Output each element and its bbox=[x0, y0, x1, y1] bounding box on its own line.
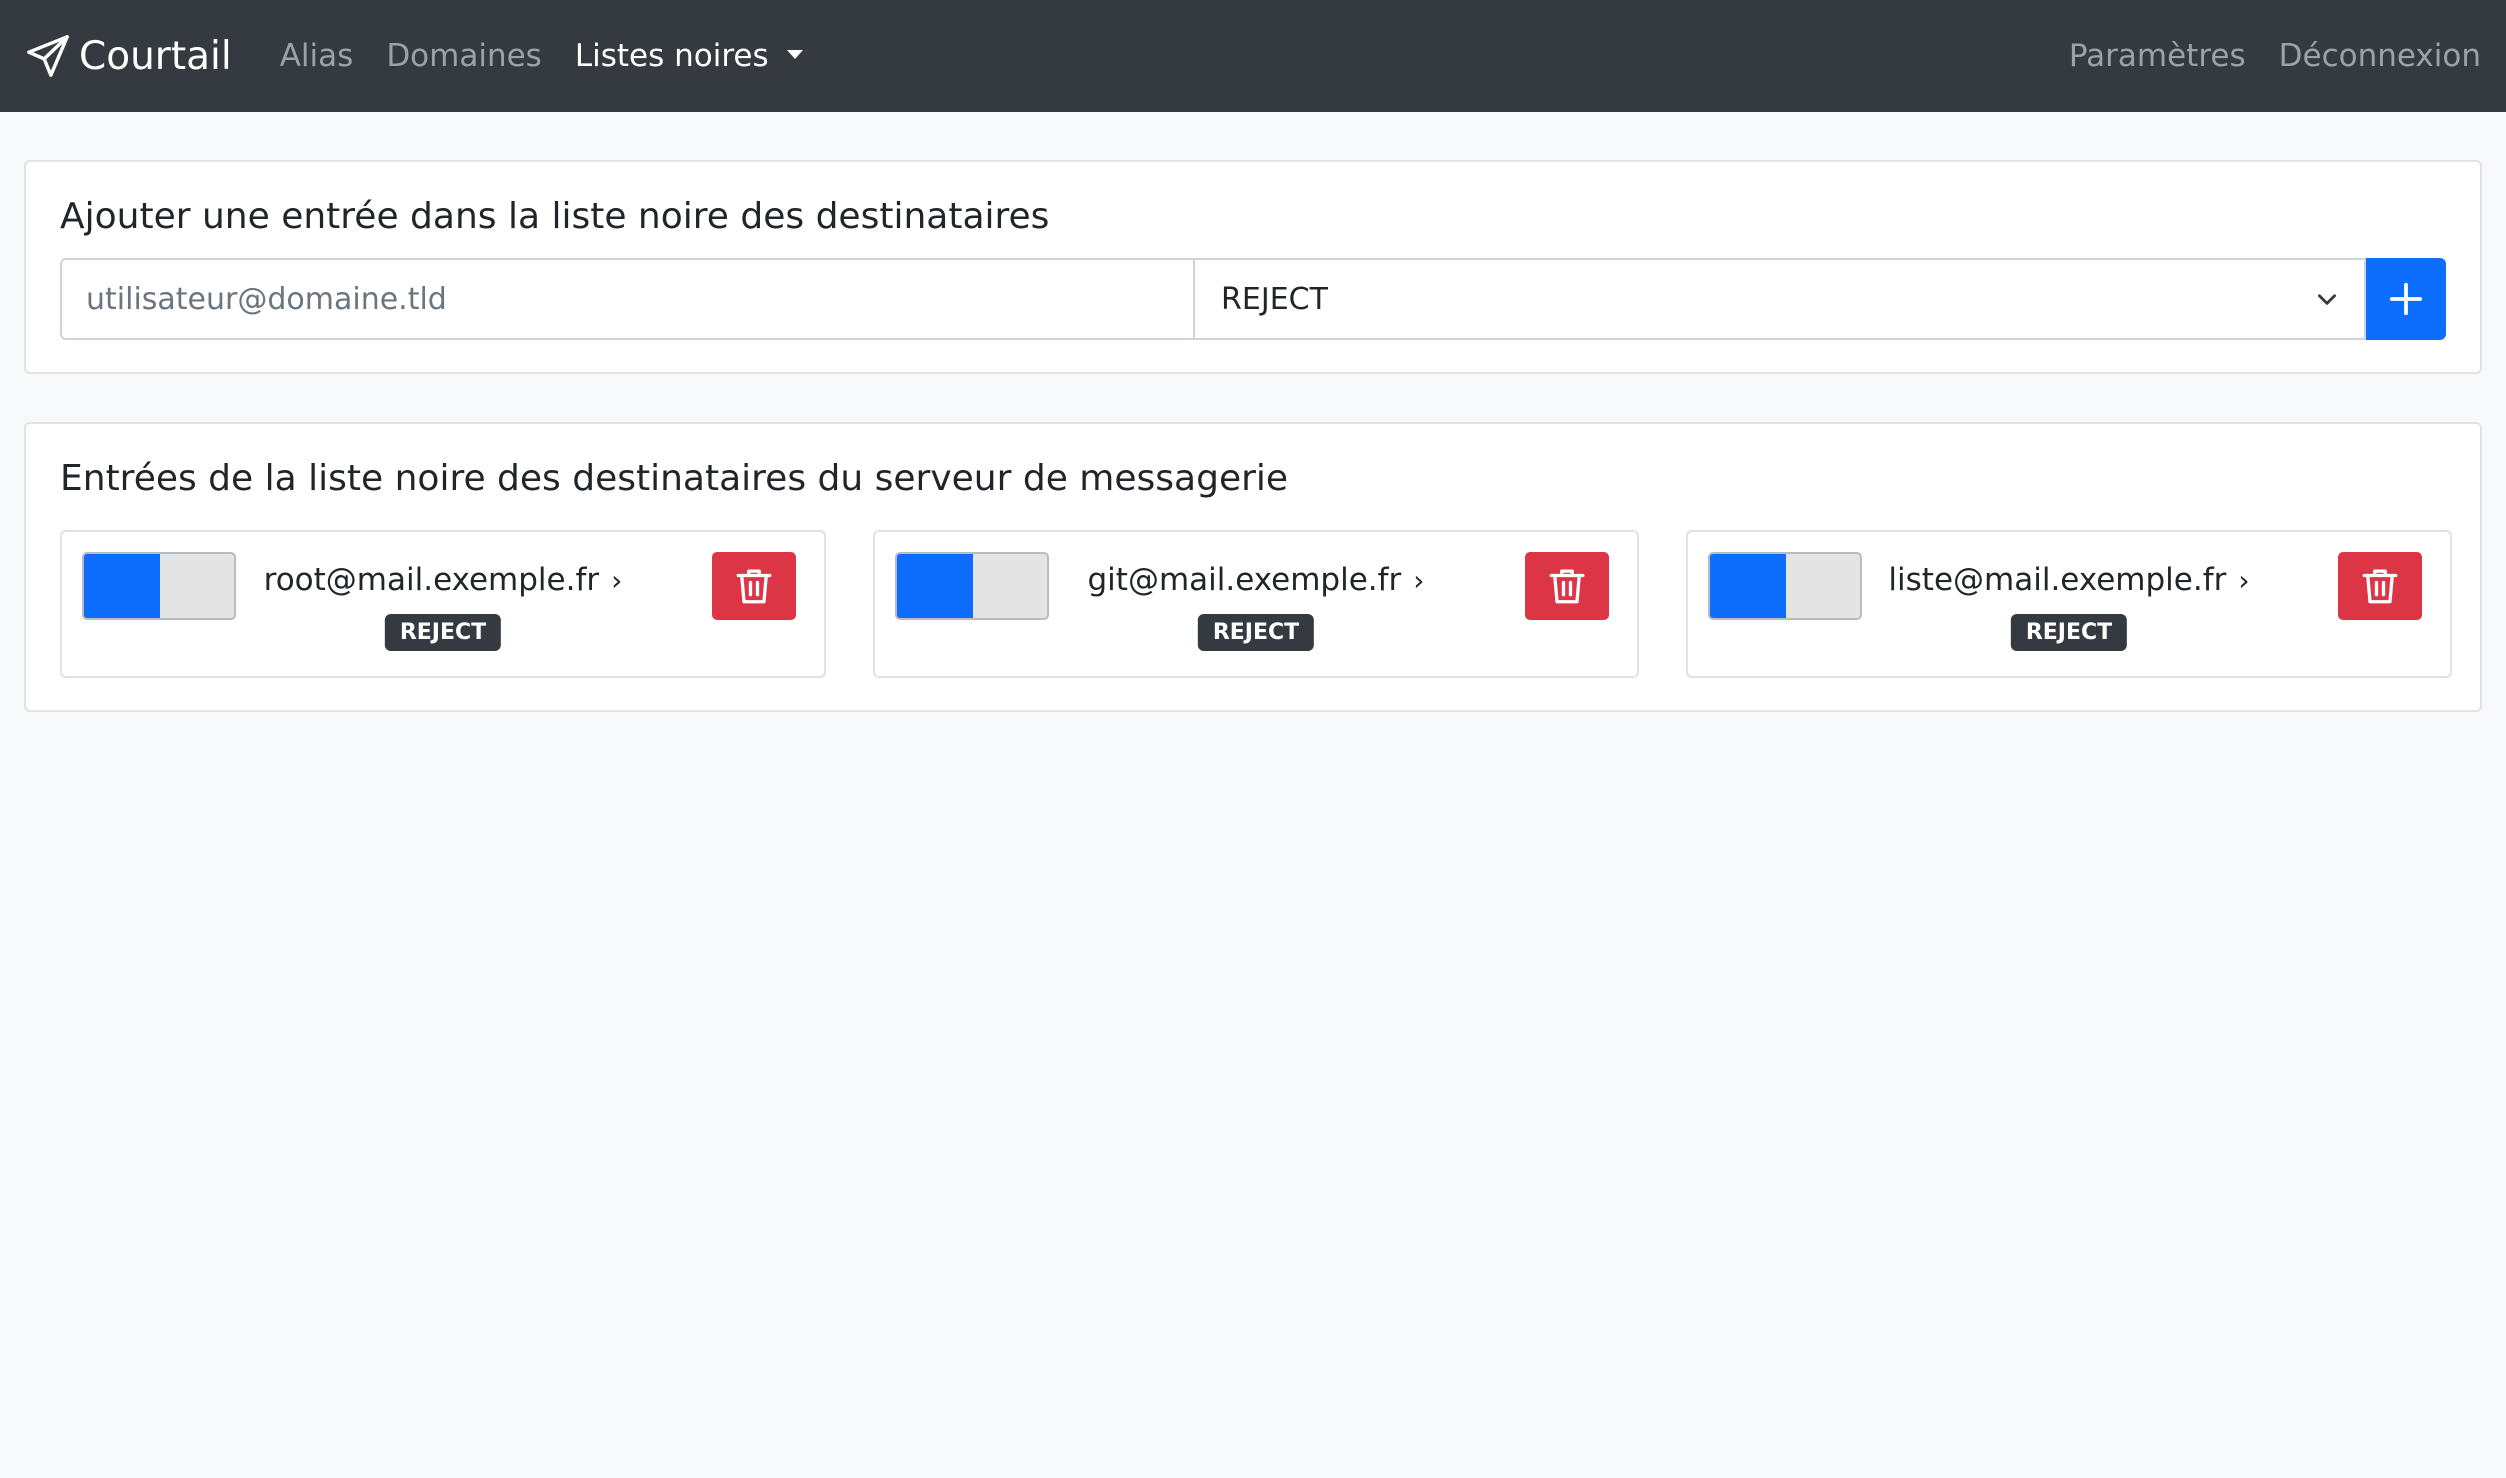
paper-plane-icon bbox=[27, 35, 69, 77]
chevron-right-icon: › bbox=[1413, 564, 1425, 597]
nav-link-alias[interactable]: Alias bbox=[280, 38, 354, 74]
nav-link-domaines[interactable]: Domaines bbox=[386, 38, 542, 74]
list-item: liste@mail.exemple.fr › REJECT bbox=[1686, 530, 2452, 678]
nav-main-links: Alias Domaines Listes noires bbox=[280, 38, 836, 74]
delete-button[interactable] bbox=[712, 552, 796, 620]
action-badge: REJECT bbox=[1197, 614, 1315, 651]
plus-icon bbox=[2389, 282, 2423, 316]
add-entry-title: Ajouter une entrée dans la liste noire d… bbox=[60, 196, 1050, 237]
list-item: root@mail.exemple.fr › REJECT bbox=[60, 530, 826, 678]
trash-icon bbox=[2362, 569, 2398, 604]
caret-down-icon bbox=[786, 49, 803, 59]
chevron-right-icon: › bbox=[611, 564, 623, 597]
nav-link-deconnexion[interactable]: Déconnexion bbox=[2279, 38, 2481, 74]
entry-address-link[interactable]: root@mail.exemple.fr › bbox=[62, 562, 824, 598]
blacklist-entries-card: Entrées de la liste noire des destinatai… bbox=[24, 422, 2482, 712]
delete-button[interactable] bbox=[1525, 552, 1609, 620]
add-entry-button[interactable] bbox=[2366, 258, 2446, 340]
email-input[interactable] bbox=[60, 258, 1194, 340]
entry-address: git@mail.exemple.fr bbox=[1087, 562, 1402, 598]
action-select[interactable]: REJECT bbox=[1193, 258, 2367, 340]
entries-title: Entrées de la liste noire des destinatai… bbox=[60, 458, 1289, 499]
action-badge: REJECT bbox=[384, 614, 502, 651]
top-navbar: Courtail Alias Domaines Listes noires Pa… bbox=[0, 0, 2506, 112]
brand-name: Courtail bbox=[79, 33, 232, 79]
nav-right-links: Paramètres Déconnexion bbox=[2036, 38, 2481, 74]
action-select-value: REJECT bbox=[1221, 281, 1328, 317]
brand-link[interactable]: Courtail bbox=[25, 33, 232, 79]
chevron-down-icon bbox=[2318, 294, 2337, 305]
chevron-right-icon: › bbox=[2238, 564, 2250, 597]
entry-address: liste@mail.exemple.fr bbox=[1888, 562, 2227, 598]
nav-link-parametres[interactable]: Paramètres bbox=[2069, 38, 2246, 74]
entry-address-link[interactable]: liste@mail.exemple.fr › bbox=[1688, 562, 2450, 598]
list-item: git@mail.exemple.fr › REJECT bbox=[873, 530, 1639, 678]
nav-dropdown-listes-noires[interactable]: Listes noires bbox=[575, 38, 803, 74]
trash-icon bbox=[736, 569, 772, 604]
delete-button[interactable] bbox=[2338, 552, 2422, 620]
entry-address: root@mail.exemple.fr bbox=[263, 562, 600, 598]
trash-icon bbox=[1549, 569, 1585, 604]
nav-dropdown-label: Listes noires bbox=[574, 38, 769, 74]
add-entry-form: REJECT bbox=[60, 258, 2446, 340]
action-badge: REJECT bbox=[2010, 614, 2128, 651]
entry-address-link[interactable]: git@mail.exemple.fr › bbox=[875, 562, 1637, 598]
add-entry-card: Ajouter une entrée dans la liste noire d… bbox=[24, 160, 2482, 374]
